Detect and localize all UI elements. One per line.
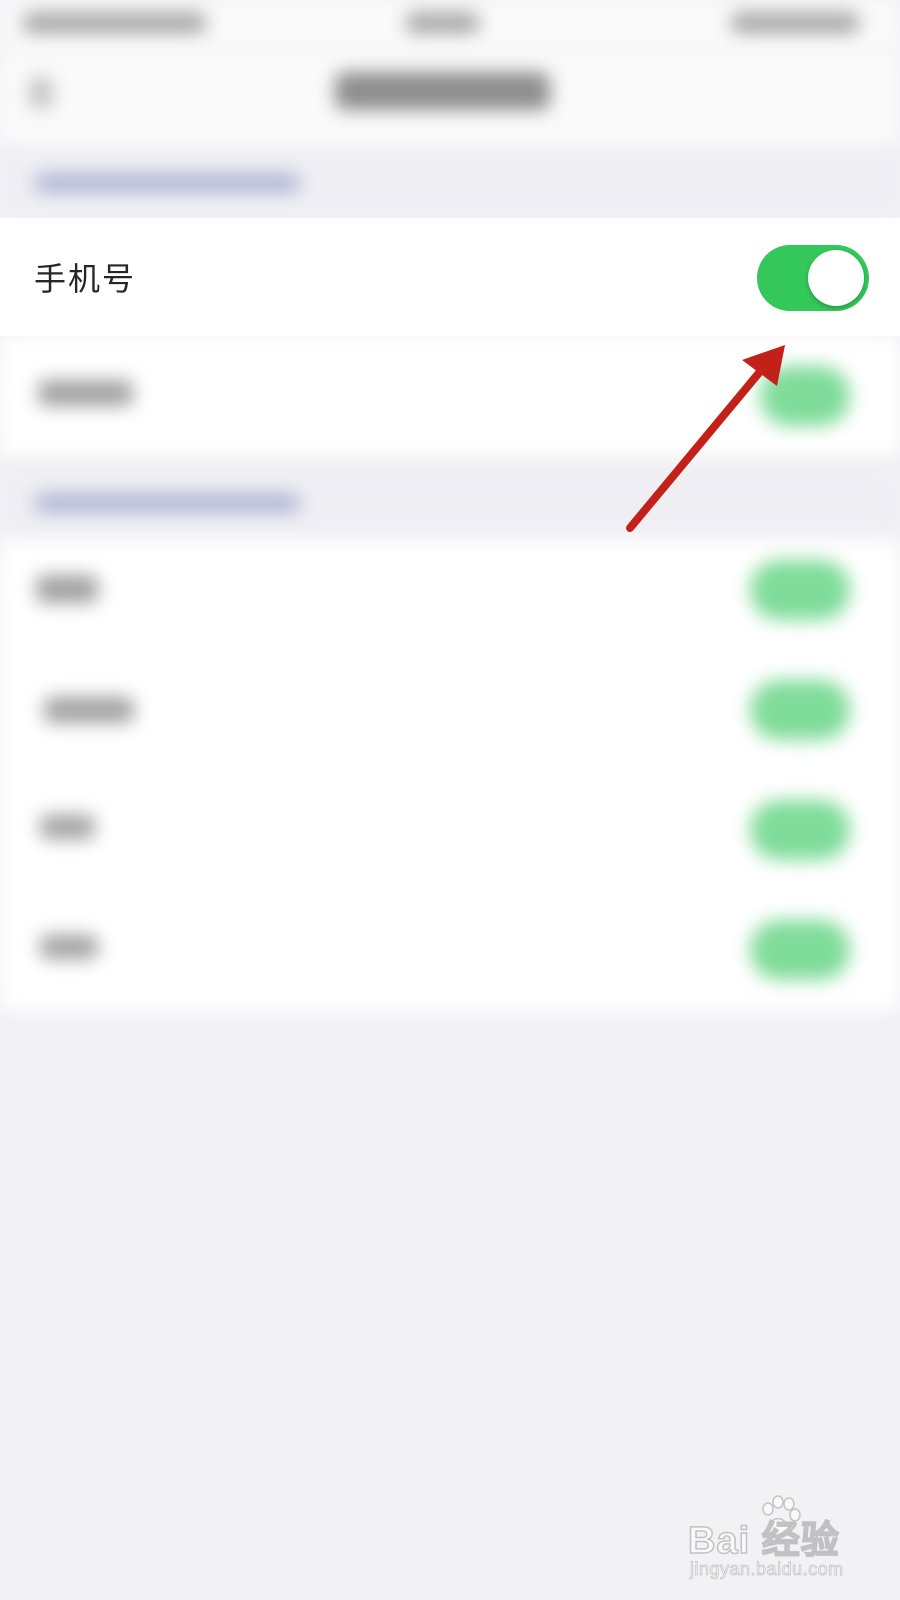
section-header-2 <box>0 470 900 535</box>
page-title <box>335 72 550 110</box>
nav-bar <box>0 50 900 150</box>
back-icon[interactable] <box>30 78 52 108</box>
section-header-1 <box>0 150 900 215</box>
settings-card-2 <box>0 540 900 1010</box>
toggle-knob <box>808 250 864 306</box>
baidu-watermark: Bai 经验 jingyan.baidu.com <box>687 1495 878 1590</box>
watermark-url: jingyan.baidu.com <box>690 1559 844 1580</box>
phone-label: 手机号 <box>34 260 137 298</box>
status-bar <box>0 0 900 50</box>
phone-toggle[interactable] <box>757 245 869 311</box>
watermark-main: Bai 经验 <box>687 1519 840 1563</box>
settings-row-2[interactable] <box>0 336 900 456</box>
